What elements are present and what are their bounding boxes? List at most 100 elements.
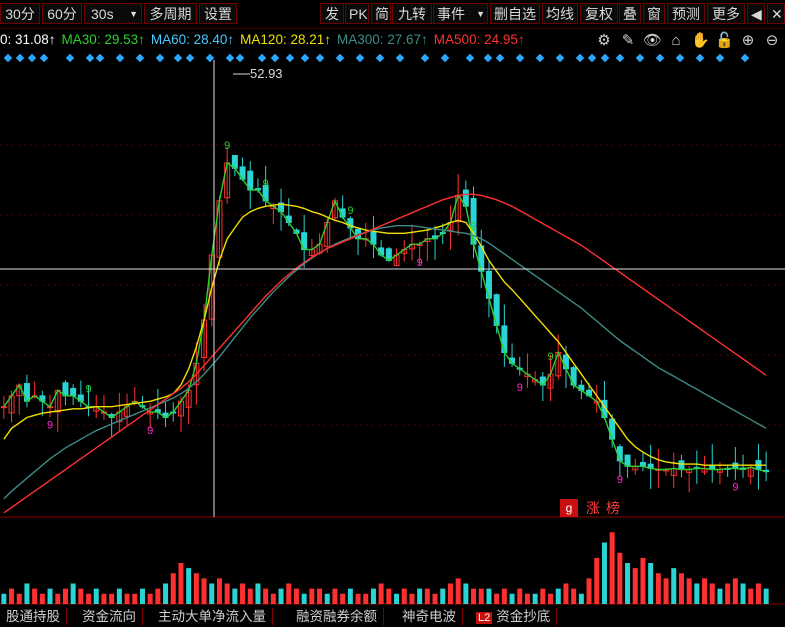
zhangbang-label[interactable]: 涨榜 (586, 498, 626, 518)
event-diamond (535, 53, 545, 63)
volume-bar (517, 588, 523, 604)
bottom-tab-4[interactable]: 神奇电波 (396, 608, 463, 625)
event-diamond (115, 53, 125, 63)
volume-bar (440, 588, 446, 604)
bottom-tab-label: 股通持股 (6, 609, 60, 624)
volume-bar (578, 593, 584, 604)
volume-bar (609, 532, 615, 604)
volume-bar (186, 568, 192, 604)
bottom-tab-5[interactable]: L2 资金抄底 (470, 608, 558, 625)
volume-bar (39, 593, 45, 604)
volume-bar (70, 583, 76, 604)
volume-bar (763, 588, 769, 604)
event-diamond (300, 53, 310, 63)
volume-bar (16, 593, 22, 604)
volume-bar (678, 573, 684, 604)
event-diamond (225, 53, 235, 63)
volume-bar (625, 563, 631, 604)
event-diamond (335, 53, 345, 63)
bottom-tab-label: 主动大单净流入量 (158, 609, 266, 624)
bottom-tab-0[interactable]: 股通持股 (0, 608, 67, 625)
candle-body (562, 354, 569, 370)
volume-bar (394, 593, 400, 604)
bottom-tab-1[interactable]: 资金流向 (76, 608, 143, 625)
volume-bar (640, 557, 646, 604)
volume-bar (132, 593, 138, 604)
event-diamond (95, 53, 105, 63)
volume-bar (478, 588, 484, 604)
event-diamond (495, 53, 505, 63)
volume-bar (363, 593, 369, 604)
volume-bar (586, 578, 592, 604)
kline-chart[interactable]: 9 9 9 9 9 9 9 9 9 9 9 9 (0, 0, 785, 607)
volume-bar (193, 573, 199, 604)
event-diamond (205, 53, 215, 63)
volume-bar (455, 578, 461, 604)
volume-bar (378, 583, 384, 604)
volume-bar (340, 593, 346, 604)
event-diamond (270, 53, 280, 63)
event-diamond (355, 53, 365, 63)
event-diamond (587, 53, 597, 63)
event-diamond (185, 53, 195, 63)
td-mark: 9 (86, 384, 92, 396)
volume-bar (601, 542, 607, 604)
event-diamond (715, 53, 725, 63)
volume-bar (109, 593, 115, 604)
volume-bar (263, 588, 269, 604)
event-diamond (395, 53, 405, 63)
volume-bar (116, 588, 122, 604)
zhangbang-icon[interactable]: g (560, 499, 578, 517)
event-diamond (285, 53, 295, 63)
event-diamond (375, 53, 385, 63)
volume-bar (32, 588, 38, 604)
bottom-indicator-tabs: 股通持股 资金流向 主动大单净流入量 融资融券余额 神奇电波 L2 资金抄底 (0, 607, 785, 625)
volume-bar (571, 588, 577, 604)
event-diamond (655, 53, 665, 63)
volume-bar (401, 588, 407, 604)
volume-bar (755, 583, 761, 604)
volume-bar (355, 593, 361, 604)
volume-bar (232, 588, 238, 604)
event-diamond (65, 53, 75, 63)
volume-bar (594, 557, 600, 604)
bottom-tab-2[interactable]: 主动大单净流入量 (152, 608, 273, 625)
volume-bar (124, 593, 130, 604)
event-diamond (27, 53, 37, 63)
event-diamond (39, 53, 49, 63)
volume-bar (725, 583, 731, 604)
volume-bar (309, 588, 315, 604)
volume-bar (509, 593, 515, 604)
volume-bar (216, 578, 222, 604)
volume-bar (147, 593, 153, 604)
volume-bar (324, 593, 330, 604)
td-mark: 9 (732, 481, 738, 493)
volume-bar (163, 583, 169, 604)
volume-bar (240, 583, 246, 604)
bottom-tab-3[interactable]: 融资融券余额 (290, 608, 384, 625)
event-diamond (420, 53, 430, 63)
volume-bar (286, 583, 292, 604)
event-diamond (740, 53, 750, 63)
volume-bar (563, 583, 569, 604)
volume-bar (24, 583, 30, 604)
event-diamond (615, 53, 625, 63)
volume-bar (293, 588, 299, 604)
volume-bar (617, 552, 623, 604)
volume-bar (409, 593, 415, 604)
event-diamond (173, 53, 183, 63)
volume-bar (1, 593, 7, 604)
candle-body (70, 387, 77, 397)
event-diamond (235, 53, 245, 63)
volume-bar (347, 588, 353, 604)
volume-bar (548, 593, 554, 604)
volume-bar (201, 578, 207, 604)
td-mark: 9 (417, 257, 423, 269)
zhangbang-widget[interactable]: g 涨榜 (560, 498, 626, 518)
volume-bar (648, 563, 654, 604)
event-diamond (315, 53, 325, 63)
td-mark: 9 (147, 425, 153, 437)
volume-bar (62, 588, 68, 604)
volume-bar (524, 593, 530, 604)
volume-bar (463, 583, 469, 604)
